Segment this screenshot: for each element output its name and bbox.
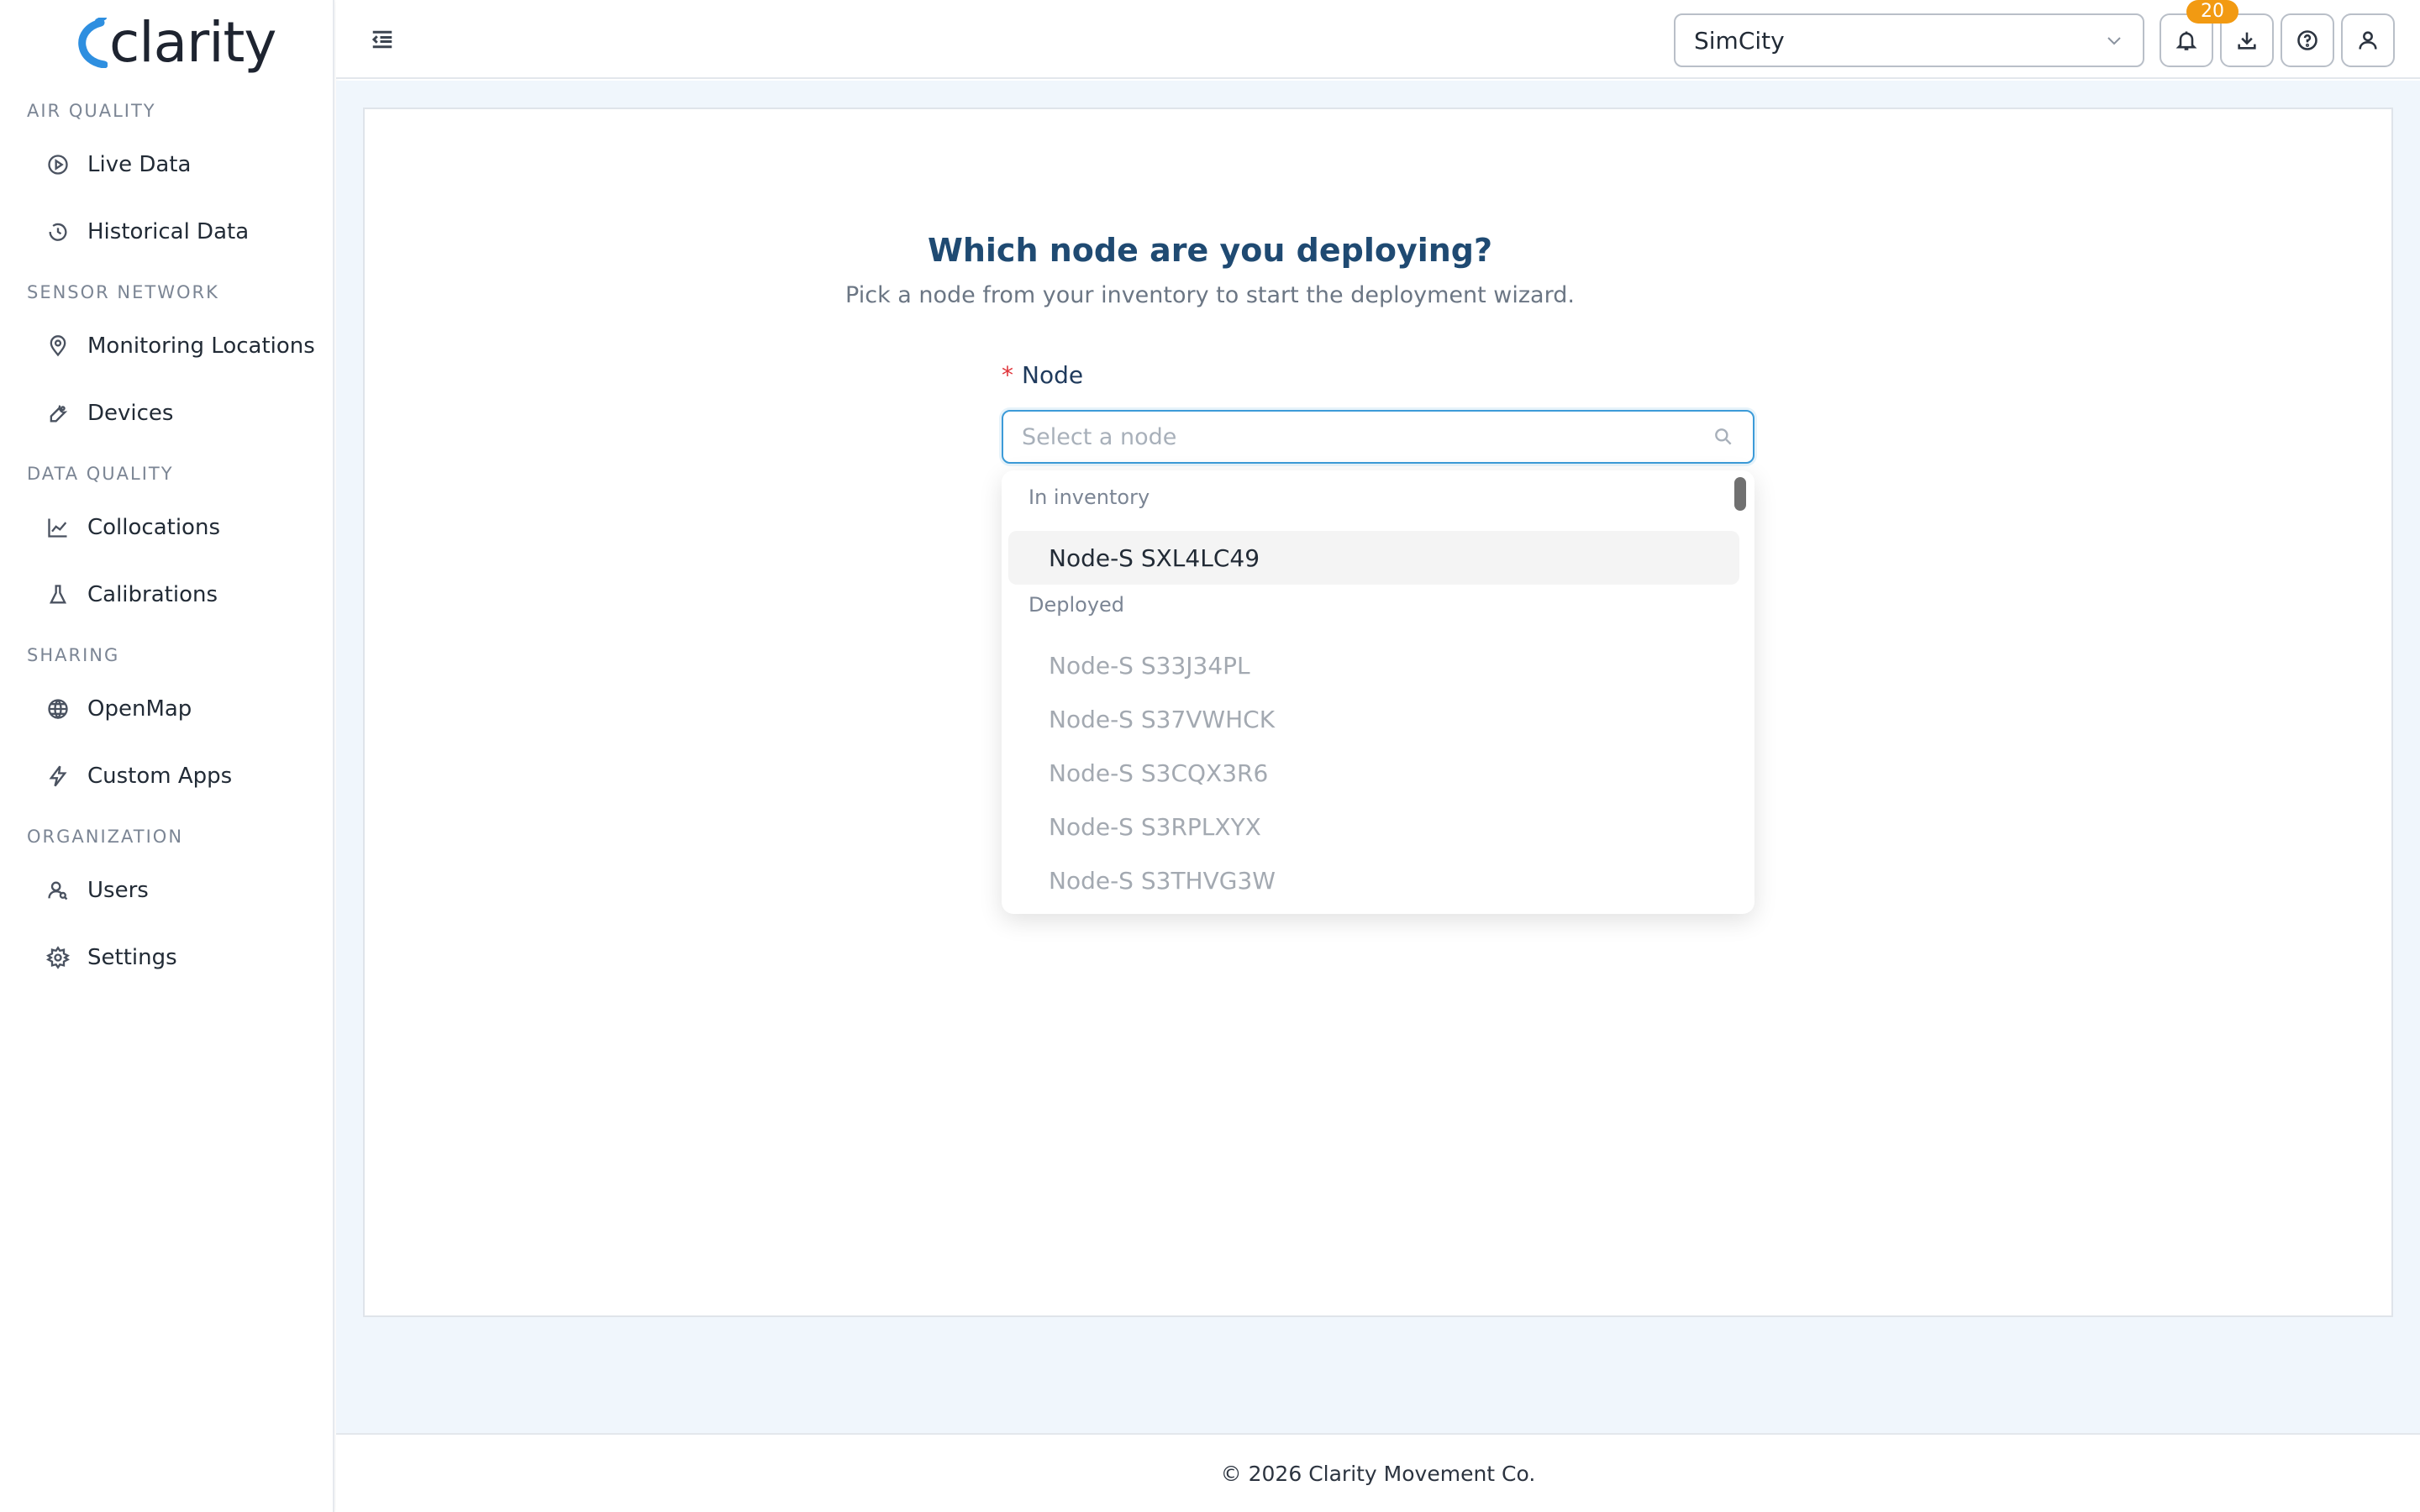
copyright-text: © 2026 Clarity Movement Co. xyxy=(1220,1461,1536,1486)
sidebar-item-label: Settings xyxy=(87,945,177,970)
users-icon xyxy=(40,873,76,908)
globe-icon xyxy=(40,691,76,727)
sidebar-item-devices[interactable]: Devices xyxy=(40,388,318,438)
required-marker: * xyxy=(1002,361,1013,389)
organization-select[interactable]: SimCity xyxy=(1674,13,2144,67)
dropdown-group-label: Deployed xyxy=(1028,593,1125,617)
node-dropdown-menu: In inventory Node-S SXL4LC49 Deployed No… xyxy=(1002,470,1754,914)
gear-icon xyxy=(40,940,76,975)
sidebar-item-live-data[interactable]: Live Data xyxy=(40,139,318,190)
top-header: SimCity xyxy=(336,0,2420,79)
sidebar-item-label: OpenMap xyxy=(87,696,192,722)
section-label-air-quality: AIR QUALITY xyxy=(27,101,156,121)
node-field-label: * Node xyxy=(1002,361,1083,389)
node-field-label-text: Node xyxy=(1022,361,1084,389)
sidebar-item-label: Users xyxy=(87,878,149,903)
wrench-icon xyxy=(40,396,76,431)
location-pin-icon xyxy=(40,328,76,364)
sidebar-item-collocations[interactable]: Collocations xyxy=(40,502,318,553)
sidebar: clarity AIR QUALITY Live Data Historical… xyxy=(0,0,334,1512)
sidebar-item-label: Calibrations xyxy=(87,582,218,607)
page-title: Which node are you deploying? xyxy=(927,232,1493,269)
sidebar-item-calibrations[interactable]: Calibrations xyxy=(40,570,318,620)
user-icon xyxy=(2359,31,2377,50)
sidebar-item-settings[interactable]: Settings xyxy=(40,932,318,983)
play-circle-icon xyxy=(40,147,76,182)
dropdown-option[interactable]: Node-S SXL4LC49 xyxy=(1008,531,1739,585)
sidebar-item-label: Devices xyxy=(87,401,174,426)
flask-icon xyxy=(40,577,76,612)
help-circle-icon xyxy=(2297,30,2317,50)
menu-fold-icon xyxy=(371,30,392,49)
footer: © 2026 Clarity Movement Co. xyxy=(336,1433,2420,1512)
page-subtitle: Pick a node from your inventory to start… xyxy=(845,282,1575,308)
section-label-organization: ORGANIZATION xyxy=(27,827,184,847)
dropdown-option[interactable]: Node-S S37VWHCK xyxy=(1008,692,1739,746)
sidebar-item-label: Monitoring Locations xyxy=(87,333,315,359)
line-chart-icon xyxy=(40,510,76,545)
sidebar-item-monitoring-locations[interactable]: Monitoring Locations xyxy=(40,321,318,371)
dropdown-option[interactable]: Node-S S3THVG3W xyxy=(1008,853,1739,907)
search-icon xyxy=(1715,428,1732,445)
bell-icon xyxy=(2175,31,2197,50)
clarity-logo-text: clarity xyxy=(109,10,276,75)
sidebar-item-label: Collocations xyxy=(87,515,220,540)
sidebar-item-users[interactable]: Users xyxy=(40,865,318,916)
clarity-logo-icon xyxy=(76,15,108,69)
notification-count-badge: 20 xyxy=(2186,0,2238,24)
sidebar-item-label: Custom Apps xyxy=(87,764,233,789)
section-label-data-quality: DATA QUALITY xyxy=(27,464,174,484)
menu-collapse-button[interactable] xyxy=(366,24,398,55)
organization-select-value: SimCity xyxy=(1694,26,1785,55)
user-profile-button[interactable] xyxy=(2341,13,2395,67)
dropdown-option[interactable]: Node-S S3CQX3R6 xyxy=(1008,746,1739,800)
sidebar-item-openmap[interactable]: OpenMap xyxy=(40,684,318,734)
chevron-down-icon xyxy=(2107,37,2121,45)
node-search-input[interactable] xyxy=(1022,423,1712,450)
dropdown-scrollbar[interactable] xyxy=(1734,477,1746,511)
help-button[interactable] xyxy=(2281,13,2334,67)
lightning-icon xyxy=(40,759,76,794)
clarity-logo[interactable]: clarity xyxy=(76,12,276,74)
node-search-select[interactable] xyxy=(1002,410,1754,464)
dropdown-option[interactable]: Node-S S33J34PL xyxy=(1008,638,1739,692)
sidebar-item-label: Live Data xyxy=(87,152,192,177)
section-label-sharing: SHARING xyxy=(27,645,120,665)
sidebar-item-custom-apps[interactable]: Custom Apps xyxy=(40,751,318,801)
dropdown-group-label: In inventory xyxy=(1028,486,1150,509)
dropdown-option[interactable]: Node-S S3RPLXYX xyxy=(1008,800,1739,853)
download-icon xyxy=(2238,32,2256,50)
